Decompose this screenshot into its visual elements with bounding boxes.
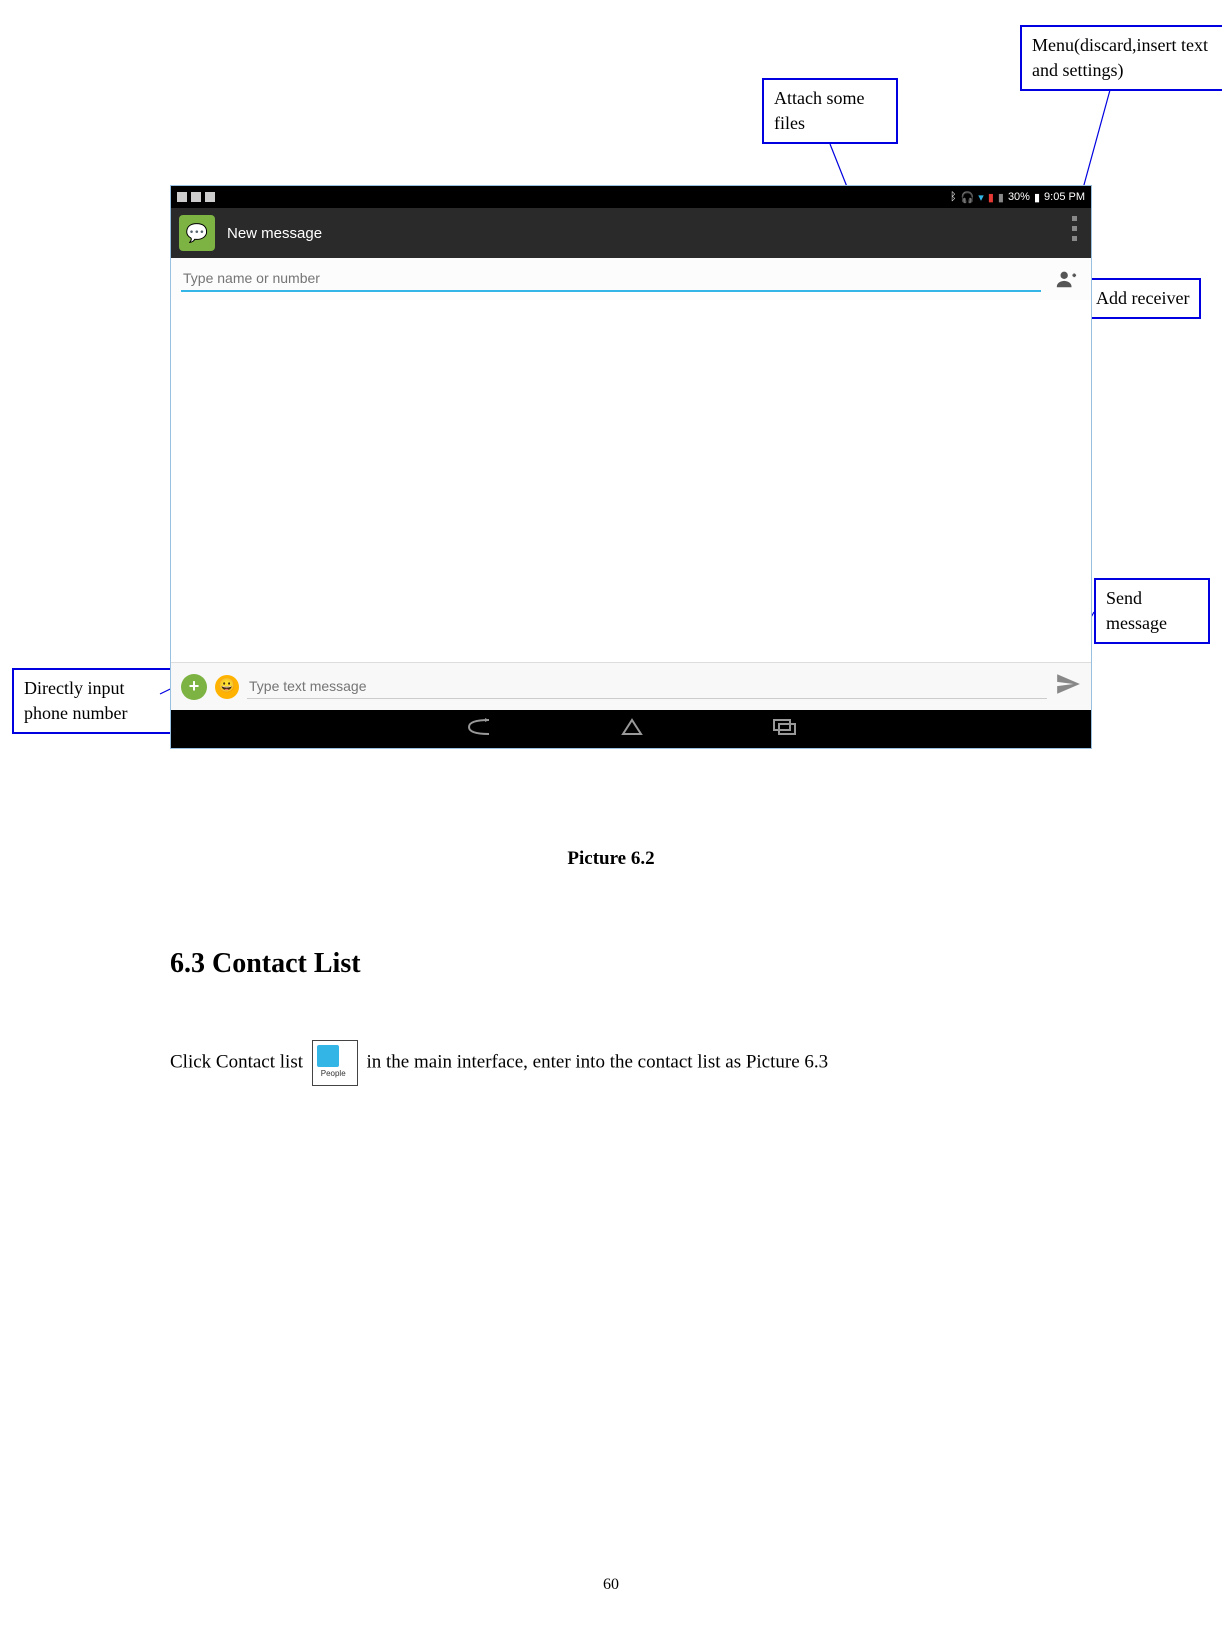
clock-text: 9:05 PM [1044,191,1085,203]
battery-pct: 30% [1008,191,1030,203]
action-bar-title: New message [227,225,322,242]
section-body-after: in the main interface, enter into the co… [367,1051,829,1072]
battery-icon: ▮ [1034,191,1040,204]
callout-menu: Menu(discard,insert text and settings) [1020,25,1222,91]
callout-add-receiver: Add receiver [1084,278,1201,319]
section-heading: 6.3 Contact List [170,948,361,980]
back-icon [465,718,491,736]
compose-row: + 😀 [171,662,1091,710]
page-number: 60 [0,1576,1222,1594]
attach-button[interactable]: + [181,674,207,700]
callout-attach-files: Attach some files [762,78,898,144]
page-number-text: 60 [603,1576,619,1593]
figure-caption: Picture 6.2 [0,848,1222,870]
figure-caption-text: Picture 6.2 [567,848,654,869]
document-page: Attach some files Menu(discard,insert te… [0,0,1222,1634]
section-heading-text: 6.3 Contact List [170,948,361,979]
callout-send-message-text: Send message [1106,588,1167,633]
home-icon [621,718,643,736]
status-icon [177,192,187,202]
send-icon [1055,671,1081,697]
recipient-row [171,258,1091,300]
wifi-icon: ▾ [978,191,984,204]
messaging-app-icon[interactable] [179,215,215,251]
section-body-before: Click Contact list [170,1051,303,1072]
callout-direct-input-text: Directly input phone number [24,678,127,723]
android-screenshot: ᛒ 🎧 ▾ ▮ ▮ 30% ▮ 9:05 PM New message [170,185,1092,749]
callout-attach-files-text: Attach some files [774,88,864,133]
recent-icon [773,719,797,735]
add-contact-icon [1055,268,1077,290]
message-thread-blank [171,300,1091,662]
headset-icon: 🎧 [961,191,975,204]
callout-add-receiver-text: Add receiver [1096,288,1189,308]
send-button[interactable] [1055,671,1081,702]
recipient-input[interactable] [181,266,1041,292]
callout-menu-text: Menu(discard,insert text and settings) [1032,35,1208,80]
android-nav-bar [171,710,1091,748]
bluetooth-icon: ᛒ [950,191,957,203]
signal-icon: ▮ [988,191,994,204]
compose-input[interactable] [247,674,1047,699]
overflow-menu-button[interactable] [1072,216,1077,241]
section-body: Click Contact list in the main interface… [170,1040,930,1086]
back-nav-button[interactable] [465,718,491,741]
callout-direct-input: Directly input phone number [12,668,176,734]
add-contact-button[interactable] [1051,264,1081,294]
home-nav-button[interactable] [621,718,643,741]
status-icon [205,192,215,202]
status-bar: ᛒ 🎧 ▾ ▮ ▮ 30% ▮ 9:05 PM [171,186,1091,208]
people-app-icon [312,1040,358,1086]
signal-icon-2: ▮ [998,191,1004,204]
recent-nav-button[interactable] [773,719,797,740]
action-bar: New message [171,208,1091,258]
emoji-button[interactable]: 😀 [215,675,239,699]
callout-send-message: Send message [1094,578,1210,644]
status-icon [191,192,201,202]
